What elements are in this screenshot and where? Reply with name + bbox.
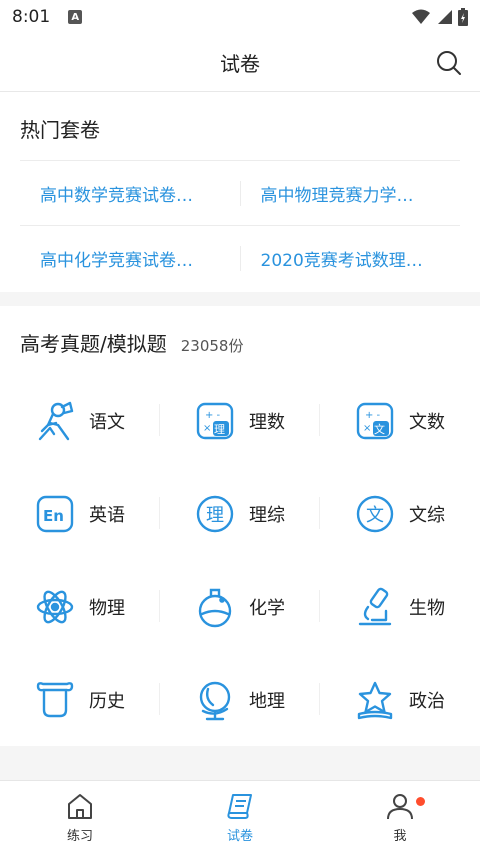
column-icon xyxy=(35,680,75,720)
signal-icon xyxy=(438,10,452,24)
svg-text:×: × xyxy=(363,423,371,434)
hot-paper-item[interactable]: 2020竞赛考试数理… xyxy=(241,246,461,271)
svg-text:理: 理 xyxy=(214,423,225,436)
subject-label: 化学 xyxy=(249,597,285,619)
subject-chinese[interactable]: 语文 xyxy=(0,374,160,467)
svg-text:理: 理 xyxy=(206,505,224,526)
tab-label: 我 xyxy=(393,829,407,844)
calculator-icon: + - × 理 xyxy=(195,401,235,441)
exam-section-header: 高考真题/模拟题 23058份 xyxy=(0,306,480,374)
hot-paper-item[interactable]: 高中数学竞赛试卷… xyxy=(20,180,241,206)
hot-paper-label: 2020竞赛考试数理… xyxy=(260,251,423,271)
hot-paper-label: 高中化学竞赛试卷… xyxy=(40,251,193,271)
subject-arts-math[interactable]: + - × 文 文数 xyxy=(320,374,480,467)
subject-label: 物理 xyxy=(89,597,125,619)
hot-papers-grid: 高中数学竞赛试卷… 高中物理竞赛力学… 高中化学竞赛试卷… 2020竞赛考试数理… xyxy=(20,160,460,291)
subject-chemistry[interactable]: 化学 xyxy=(160,560,320,653)
wifi-icon xyxy=(412,9,430,24)
subject-label: 理综 xyxy=(249,504,285,526)
app-header: 试卷 xyxy=(0,34,480,92)
subject-biology[interactable]: 生物 xyxy=(320,560,480,653)
atom-icon xyxy=(35,587,75,627)
exam-section: 高考真题/模拟题 23058份 语文 + -×理 理数 + -×文 文数 xyxy=(0,306,480,746)
flask-icon xyxy=(195,587,235,627)
hot-papers-row: 高中化学竞赛试卷… 2020竞赛考试数理… xyxy=(20,226,460,291)
status-time: 8:01 xyxy=(12,7,51,27)
hot-papers-title: 热门套卷 xyxy=(20,118,100,142)
svg-text:+ -: + - xyxy=(365,410,381,421)
svg-text:+ -: + - xyxy=(205,410,221,421)
status-bar: 8:01 A xyxy=(0,0,480,34)
hot-paper-label: 高中数学竞赛试卷… xyxy=(40,185,193,206)
search-button[interactable] xyxy=(432,46,466,80)
hot-papers-section: 热门套卷 高中数学竞赛试卷… 高中物理竞赛力学… 高中化学竞赛试卷… 2020竞… xyxy=(0,92,480,292)
microscope-icon xyxy=(355,587,395,627)
svg-text:文: 文 xyxy=(366,505,384,526)
reader-icon xyxy=(35,401,75,441)
hot-paper-item[interactable]: 高中化学竞赛试卷… xyxy=(20,246,241,271)
subject-science-comprehensive[interactable]: 理 理综 xyxy=(160,467,320,560)
subject-label: 语文 xyxy=(89,411,125,433)
tab-label: 练习 xyxy=(66,829,93,844)
subject-label: 生物 xyxy=(409,597,445,619)
subject-grid: 语文 + - × 理 理数 + - × 文 文数 En 英语 理 理综 文 文综… xyxy=(0,374,480,746)
subject-label: 文数 xyxy=(409,411,445,433)
subject-english[interactable]: En 英语 xyxy=(0,467,160,560)
page-title: 试卷 xyxy=(220,52,260,76)
svg-text:×: × xyxy=(203,423,211,434)
tab-practice[interactable]: 练习 xyxy=(0,781,160,852)
subject-politics[interactable]: 政治 xyxy=(320,653,480,746)
bottom-tab-bar: 练习 试卷 我 xyxy=(0,780,480,852)
scroll-icon xyxy=(227,794,252,819)
subject-label: 历史 xyxy=(89,690,125,712)
svg-text:文: 文 xyxy=(374,422,385,436)
li-circle-icon: 理 xyxy=(195,494,235,534)
svg-text:En: En xyxy=(43,507,64,525)
notification-badge xyxy=(416,797,425,806)
wen-circle-icon: 文 xyxy=(355,494,395,534)
subject-label: 政治 xyxy=(409,690,445,712)
tab-me[interactable]: 我 xyxy=(320,781,480,852)
tab-papers[interactable]: 试卷 xyxy=(160,781,320,852)
user-icon xyxy=(387,794,413,820)
subject-label: 理数 xyxy=(249,411,285,433)
status-icons xyxy=(412,8,468,26)
notification-a-icon: A xyxy=(68,10,83,24)
calculator-icon: + - × 文 xyxy=(355,401,395,441)
subject-geography[interactable]: 地理 xyxy=(160,653,320,746)
subject-label: 英语 xyxy=(89,504,125,526)
star-icon xyxy=(355,680,395,720)
home-icon xyxy=(68,794,92,819)
search-icon xyxy=(437,51,461,75)
subject-history[interactable]: 历史 xyxy=(0,653,160,746)
hot-paper-item[interactable]: 高中物理竞赛力学… xyxy=(241,181,461,206)
exam-count: 23058份 xyxy=(180,337,244,355)
hot-paper-label: 高中物理竞赛力学… xyxy=(260,185,414,206)
tab-label: 试卷 xyxy=(226,829,253,844)
en-icon: En xyxy=(35,494,75,534)
subject-label: 地理 xyxy=(249,690,285,712)
exam-section-title: 高考真题/模拟题 xyxy=(20,332,167,356)
subject-physics[interactable]: 物理 xyxy=(0,560,160,653)
battery-icon xyxy=(458,8,468,26)
subject-science-math[interactable]: + - × 理 理数 xyxy=(160,374,320,467)
subject-label: 文综 xyxy=(409,504,445,526)
hot-papers-row: 高中数学竞赛试卷… 高中物理竞赛力学… xyxy=(20,161,460,226)
main-content[interactable]: 热门套卷 高中数学竞赛试卷… 高中物理竞赛力学… 高中化学竞赛试卷… 2020竞… xyxy=(0,92,480,780)
globe-icon xyxy=(195,680,235,720)
subject-arts-comprehensive[interactable]: 文 文综 xyxy=(320,467,480,560)
